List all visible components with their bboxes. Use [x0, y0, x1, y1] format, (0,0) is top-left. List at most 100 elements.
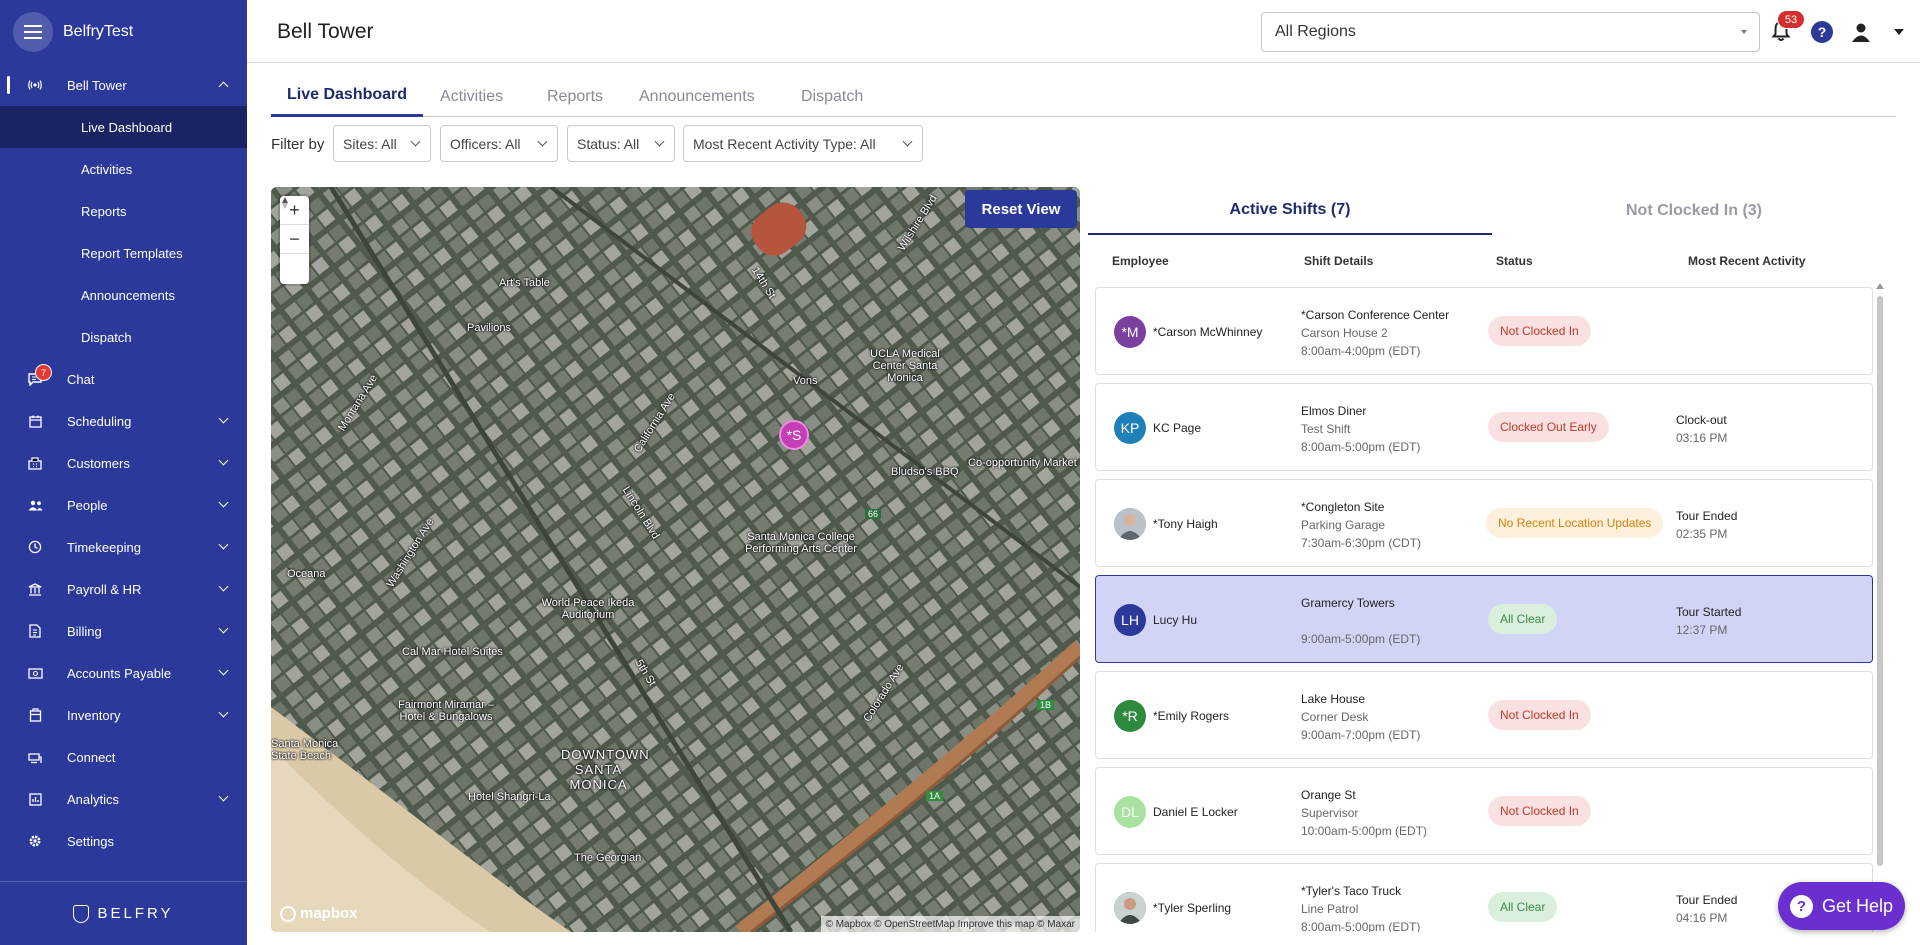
- sidebar-item-label: Customers: [67, 455, 130, 471]
- table-row[interactable]: *Tyler Sperling *Tyler's Taco Truck Line…: [1095, 863, 1873, 932]
- table-row[interactable]: KP KC Page Elmos Diner Test Shift 8:00am…: [1095, 383, 1873, 471]
- table-row-selected[interactable]: LH Lucy Hu Gramercy Towers 9:00am-5:00pm…: [1095, 575, 1873, 663]
- employee-name: Lucy Hu: [1153, 613, 1198, 627]
- table-row[interactable]: *Tony Haigh *Congleton Site Parking Gara…: [1095, 479, 1873, 567]
- people-icon: [27, 497, 43, 513]
- tab-announcements[interactable]: Announcements: [639, 76, 755, 117]
- sidebar-item-settings[interactable]: Settings: [0, 820, 247, 862]
- shift-details: *Carson Conference Center Carson House 2…: [1301, 306, 1449, 360]
- map-label: Co-opportunity Market: [968, 457, 1077, 469]
- sidebar-header: BelfryTest: [0, 0, 247, 64]
- status-badge: Not Clocked In: [1488, 316, 1591, 346]
- bank-icon: [27, 581, 43, 597]
- top-header: Bell Tower All Regions 53 ?: [247, 0, 1920, 63]
- employee-name: *Carson McWhinney: [1153, 325, 1263, 339]
- chevron-down-icon: [218, 581, 229, 592]
- sidebar-item-inventory[interactable]: Inventory: [0, 694, 247, 736]
- shift-time: 8:00am-5:00pm (EDT): [1301, 920, 1421, 932]
- sidebar-item-bell-tower[interactable]: Bell Tower: [0, 64, 247, 106]
- recent-activity: Tour Ended 02:35 PM: [1676, 507, 1737, 543]
- activity-type: Tour Started: [1676, 605, 1742, 619]
- map-label: Vons: [793, 375, 818, 387]
- filter-activity-type[interactable]: Most Recent Activity Type: All: [683, 125, 923, 162]
- sidebar-item-accounts-payable[interactable]: Accounts Payable: [0, 652, 247, 694]
- employee-name: *Tyler Sperling: [1153, 901, 1232, 915]
- sidebar-item-customers[interactable]: Customers: [0, 442, 247, 484]
- scrollbar-thumb[interactable]: [1877, 296, 1883, 866]
- sidebar-item-label: Chat: [67, 371, 95, 387]
- filter-officers-value: Officers: All: [450, 135, 521, 152]
- avatar: DL: [1114, 796, 1146, 828]
- sidebar-item-label: Bell Tower: [67, 77, 127, 93]
- user-avatar-icon[interactable]: [1850, 21, 1872, 43]
- scroll-up-arrow-icon[interactable]: [1876, 283, 1884, 289]
- avatar: *M: [1114, 316, 1146, 348]
- map-view[interactable]: Art's Table Pavilions UCLA Medical Cente…: [271, 187, 1080, 932]
- tab-live-dashboard[interactable]: Live Dashboard: [271, 76, 424, 117]
- shift-details: Orange St Supervisor 10:00am-5:00pm (EDT…: [1301, 786, 1427, 840]
- user-menu-caret-icon[interactable]: [1894, 29, 1904, 35]
- calendar-icon: [27, 413, 43, 429]
- sidebar-sub-activities[interactable]: Activities: [0, 148, 247, 190]
- table-row[interactable]: *R *Emily Rogers Lake House Corner Desk …: [1095, 671, 1873, 759]
- money-icon: [27, 665, 43, 681]
- sidebar-sub-live-dashboard[interactable]: Live Dashboard: [0, 106, 247, 148]
- map-attribution[interactable]: © Mapbox © OpenStreetMap Improve this ma…: [820, 916, 1080, 932]
- chevron-down-icon: [218, 455, 229, 466]
- sidebar-item-label: Timekeeping: [67, 539, 141, 555]
- recent-activity: Clock-out 03:16 PM: [1676, 411, 1727, 447]
- satellite-map-imagery: [271, 187, 1080, 932]
- status-badge: Not Clocked In: [1488, 700, 1591, 730]
- shift-post: Corner Desk: [1301, 710, 1369, 724]
- map-label: The Georgian: [574, 852, 642, 864]
- filter-officers[interactable]: Officers: All: [440, 125, 558, 162]
- help-icon[interactable]: ?: [1811, 21, 1833, 43]
- filter-status[interactable]: Status: All: [567, 125, 675, 162]
- get-help-button[interactable]: ? Get Help: [1778, 882, 1905, 930]
- sidebar-item-scheduling[interactable]: Scheduling: [0, 400, 247, 442]
- gear-icon: [27, 833, 43, 849]
- shift-site: *Carson Conference Center: [1301, 308, 1450, 322]
- shift-time: 8:00am-4:00pm (EDT): [1301, 344, 1421, 358]
- chevron-down-icon: [218, 623, 229, 634]
- compass-reset-icon[interactable]: [280, 197, 309, 283]
- invoice-icon: [27, 623, 43, 639]
- map-label: Art's Table: [499, 277, 550, 289]
- sidebar-sub-reports[interactable]: Reports: [0, 190, 247, 232]
- map-label: Pavilions: [467, 322, 512, 334]
- map-label: World Peace Ikeda Auditorium: [541, 597, 635, 621]
- chevron-down-icon: [218, 497, 229, 508]
- recent-activity: Tour Ended 04:16 PM: [1676, 891, 1737, 927]
- region-select[interactable]: All Regions: [1261, 12, 1760, 52]
- get-help-label: Get Help: [1822, 895, 1894, 916]
- sidebar-item-billing[interactable]: Billing: [0, 610, 247, 652]
- table-row[interactable]: DL Daniel E Locker Orange St Supervisor …: [1095, 767, 1873, 855]
- officer-location-marker[interactable]: *S: [779, 420, 809, 450]
- sidebar-item-payroll-hr[interactable]: Payroll & HR: [0, 568, 247, 610]
- sidebar-sub-announcements[interactable]: Announcements: [0, 274, 247, 316]
- filter-sites[interactable]: Sites: All: [333, 125, 431, 162]
- tab-not-clocked-in[interactable]: Not Clocked In (3): [1492, 187, 1896, 235]
- table-row[interactable]: *M *Carson McWhinney *Carson Conference …: [1095, 287, 1873, 375]
- chevron-down-icon: [218, 665, 229, 676]
- column-header-employee: Employee: [1112, 254, 1169, 268]
- tab-dispatch[interactable]: Dispatch: [801, 76, 863, 117]
- sidebar-item-connect[interactable]: Connect: [0, 736, 247, 778]
- tab-active-shifts[interactable]: Active Shifts (7): [1088, 187, 1492, 235]
- reset-view-button[interactable]: Reset View: [965, 190, 1077, 228]
- hamburger-menu-icon[interactable]: [13, 12, 53, 52]
- sidebar-sub-report-templates[interactable]: Report Templates: [0, 232, 247, 274]
- sidebar-item-people[interactable]: People: [0, 484, 247, 526]
- activity-type: Tour Ended: [1676, 893, 1738, 907]
- tab-activities[interactable]: Activities: [440, 76, 503, 117]
- map-label: Bludso's BBQ: [891, 466, 959, 478]
- zoom-out-button[interactable]: −: [280, 225, 309, 254]
- shift-time: 9:00am-7:00pm (EDT): [1301, 728, 1421, 742]
- shift-post: Supervisor: [1301, 806, 1359, 820]
- sidebar-item-chat[interactable]: 7 Chat: [0, 358, 247, 400]
- sidebar-item-timekeeping[interactable]: Timekeeping: [0, 526, 247, 568]
- sidebar-sub-dispatch[interactable]: Dispatch: [0, 316, 247, 358]
- filter-activity-type-value: Most Recent Activity Type: All: [693, 135, 876, 152]
- tab-reports[interactable]: Reports: [547, 76, 603, 117]
- sidebar-item-analytics[interactable]: Analytics: [0, 778, 247, 820]
